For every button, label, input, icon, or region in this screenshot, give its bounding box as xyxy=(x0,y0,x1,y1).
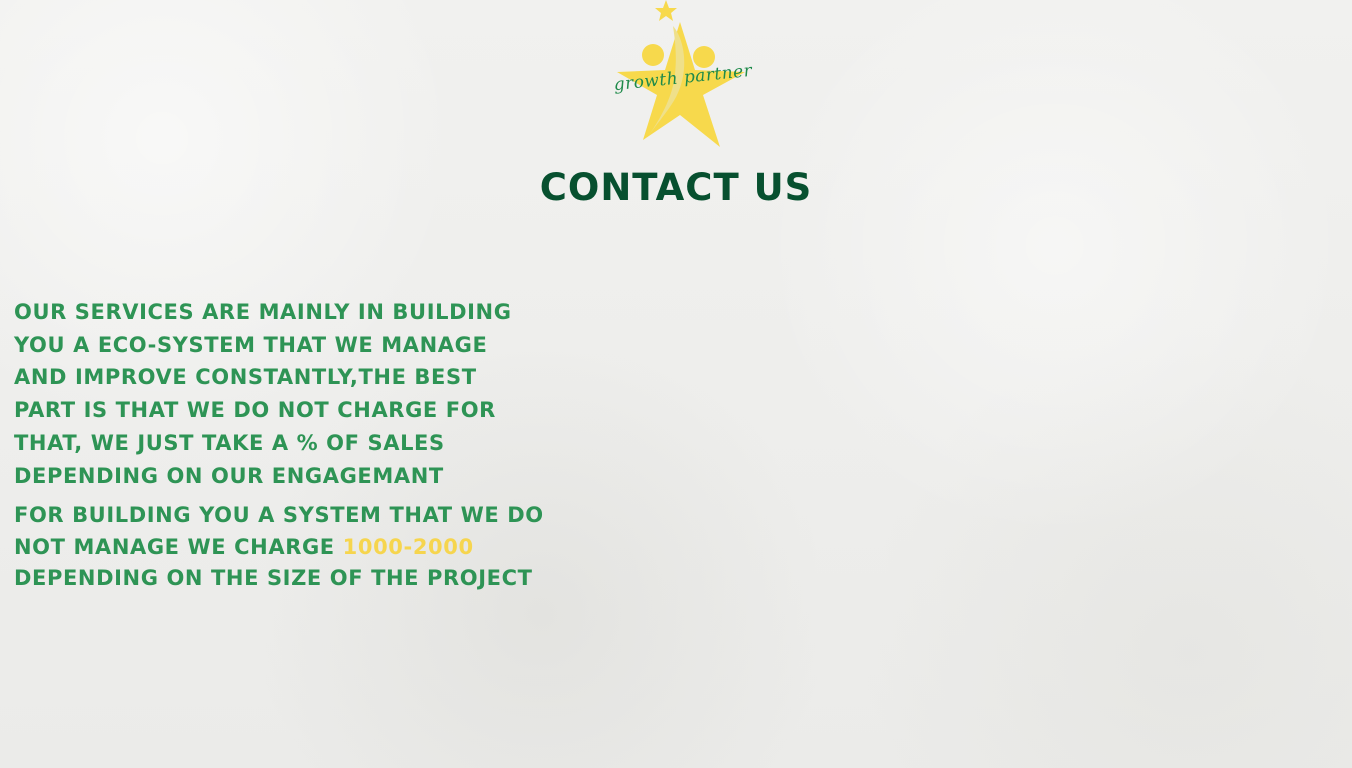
text-line: DEPENDING ON OUR ENGAGEMANT xyxy=(14,463,444,488)
text-line: THAT, WE JUST TAKE A % OF SALES xyxy=(14,430,445,455)
growth-partner-logo: growth partner xyxy=(585,0,775,150)
page-title: CONTACT US xyxy=(539,166,813,209)
services-paragraph: OUR SERVICES ARE MAINLY IN BUILDING YOU … xyxy=(14,296,714,492)
text-line: FOR BUILDING YOU A SYSTEM THAT WE DO xyxy=(14,503,544,527)
pricing-prefix: NOT MANAGE WE CHARGE xyxy=(14,534,343,559)
left-person-head xyxy=(642,44,664,66)
small-star xyxy=(655,0,677,21)
text-line: YOU A ECO-SYSTEM THAT WE MANAGE xyxy=(14,332,488,357)
text-line: NOT MANAGE WE CHARGE 1000-2000 xyxy=(14,532,714,564)
price-range: 1000-2000 xyxy=(342,534,474,559)
text-line: AND IMPROVE CONSTANTLY,THE BEST xyxy=(14,365,477,390)
pricing-paragraph: FOR BUILDING YOU A SYSTEM THAT WE DO NOT… xyxy=(14,500,714,595)
text-line: DEPENDING ON THE SIZE OF THE PROJECT xyxy=(14,566,533,590)
text-line: PART IS THAT WE DO NOT CHARGE FOR xyxy=(14,398,496,423)
text-line: OUR SERVICES ARE MAINLY IN BUILDING xyxy=(14,300,512,324)
